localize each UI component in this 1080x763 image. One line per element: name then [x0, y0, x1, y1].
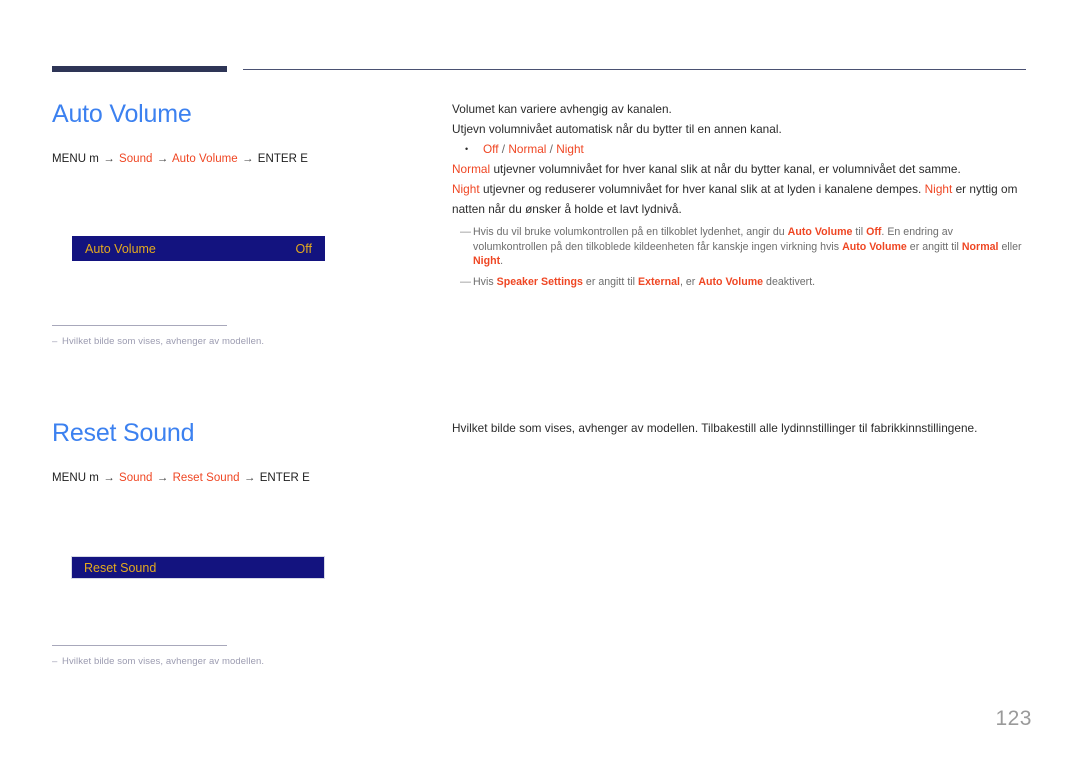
note-fragment: deaktivert. — [763, 275, 816, 288]
osd-menu-item-auto-volume[interactable]: Auto Volume Off — [72, 236, 325, 261]
footnote-text: Hvilket bilde som vises, avhenger av mod… — [62, 656, 265, 667]
note-fragment: er angitt til — [582, 275, 638, 288]
osd-menu-item-reset-sound[interactable]: Reset Sound — [71, 556, 325, 579]
footnote-line: – Hvilket bilde som vises, avhenger av mo… — [52, 336, 412, 347]
paragraph-text: utjevner volumnivået for hver kanal slik… — [490, 162, 961, 176]
footnote-line: – Hvilket bilde som vises, avhenger av mo… — [52, 656, 412, 667]
term-off: Off — [866, 226, 882, 238]
option-night: Night — [556, 142, 584, 156]
term-normal: Normal — [452, 162, 491, 176]
menu-path-step-sound: Sound — [119, 153, 153, 165]
header-accent-bar — [52, 66, 227, 72]
arrow-icon: → — [103, 472, 115, 484]
osd-label-auto-volume: Auto Volume — [85, 241, 156, 256]
section-title-auto-volume: Auto Volume — [52, 100, 192, 128]
option-separator: / — [546, 142, 557, 156]
section-title-reset-sound: Reset Sound — [52, 419, 195, 447]
paragraph-night-desc: Night utjevner og reduserer volumnivået … — [452, 179, 1028, 219]
note-fragment: til — [852, 226, 867, 238]
bullet-dot-icon: • — [465, 144, 469, 154]
arrow-icon: → — [241, 153, 254, 165]
bullet-list-item: • Off / Normal / Night — [452, 139, 1028, 159]
menu-path-auto-volume: MENU m → Sound → Auto Volume → ENTER E — [52, 153, 308, 165]
bullet-options: Off / Normal / Night — [483, 139, 584, 159]
footnote-auto-volume: – Hvilket bilde som vises, avhenger av mo… — [52, 325, 412, 347]
note-dash-icon: — — [460, 226, 471, 238]
footnote-dash-icon: – — [52, 656, 58, 667]
header-divider-line — [243, 69, 1026, 70]
footnote-divider — [52, 325, 227, 326]
note-text: Hvis du vil bruke volumkontrollen på en … — [473, 225, 1028, 269]
body-auto-volume: Volumet kan variere avhengig av kanalen.… — [452, 99, 1028, 289]
menu-path-reset-sound: MENU m → Sound → Reset Sound → ENTER E — [52, 472, 310, 484]
option-normal: Normal — [508, 142, 547, 156]
arrow-icon: → — [103, 153, 115, 165]
term-auto-volume: Auto Volume — [842, 240, 907, 253]
option-off: Off — [483, 142, 499, 156]
note-fragment: Hvis du vil bruke volumkontrollen på en … — [473, 226, 788, 238]
term-night: Night — [473, 255, 501, 268]
menu-path-step-auto-volume: Auto Volume — [171, 153, 238, 165]
term-external: External — [638, 275, 680, 288]
note-fragment: er angitt til — [906, 240, 962, 253]
body-reset-sound: Hvilket bilde som vises, avhenger av mod… — [452, 418, 1028, 438]
osd-value-auto-volume: Off — [295, 241, 312, 256]
note-dash-icon: — — [460, 275, 471, 288]
arrow-icon: → — [243, 472, 256, 484]
footnote-text: Hvilket bilde som vises, avhenger av mod… — [62, 336, 265, 347]
paragraph: Utjevn volumnivået automatisk når du byt… — [452, 122, 782, 136]
term-auto-volume: Auto Volume — [698, 275, 764, 288]
note-fragment: . — [500, 255, 504, 268]
page-number: 123 — [995, 707, 1032, 730]
footnote-divider — [52, 645, 227, 646]
footnote-dash-icon: – — [52, 336, 58, 347]
note-item: — Hvis Speaker Settings er angitt til Ex… — [452, 275, 1028, 290]
arrow-icon: → — [156, 472, 169, 484]
footnote-reset-sound: – Hvilket bilde som vises, avhenger av mo… — [52, 645, 412, 667]
menu-path-suffix: ENTER E — [259, 472, 310, 484]
note-fragment: Hvis — [473, 275, 497, 288]
term-auto-volume: Auto Volume — [787, 226, 853, 238]
term-night: Night — [452, 182, 480, 196]
menu-path-prefix: MENU m — [52, 472, 99, 484]
menu-path-prefix: MENU m — [52, 153, 99, 165]
term-normal: Normal — [961, 240, 999, 253]
paragraph-normal-desc: Normal utjevner volumnivået for hver kan… — [452, 159, 1028, 179]
term-speaker-settings: Speaker Settings — [496, 275, 583, 288]
note-fragment: eller — [998, 240, 1022, 253]
osd-label-reset-sound: Reset Sound — [84, 560, 157, 575]
note-item: — Hvis du vil bruke volumkontrollen på e… — [452, 225, 1028, 269]
menu-path-step-sound: Sound — [119, 472, 153, 484]
paragraph: Volumet kan variere avhengig av kanalen. — [452, 102, 672, 116]
note-fragment: , er — [679, 275, 699, 288]
menu-path-suffix: ENTER E — [257, 153, 308, 165]
note-text: Hvis Speaker Settings er angitt til Exte… — [473, 275, 815, 290]
page-header-rules — [0, 0, 1080, 80]
option-separator: / — [498, 142, 509, 156]
menu-path-step-reset-sound: Reset Sound — [172, 472, 240, 484]
paragraph: Hvilket bilde som vises, avhenger av mod… — [452, 421, 978, 435]
term-night: Night — [924, 182, 953, 196]
arrow-icon: → — [156, 153, 169, 165]
paragraph-text: utjevner og reduserer volumnivået for hv… — [479, 182, 925, 196]
